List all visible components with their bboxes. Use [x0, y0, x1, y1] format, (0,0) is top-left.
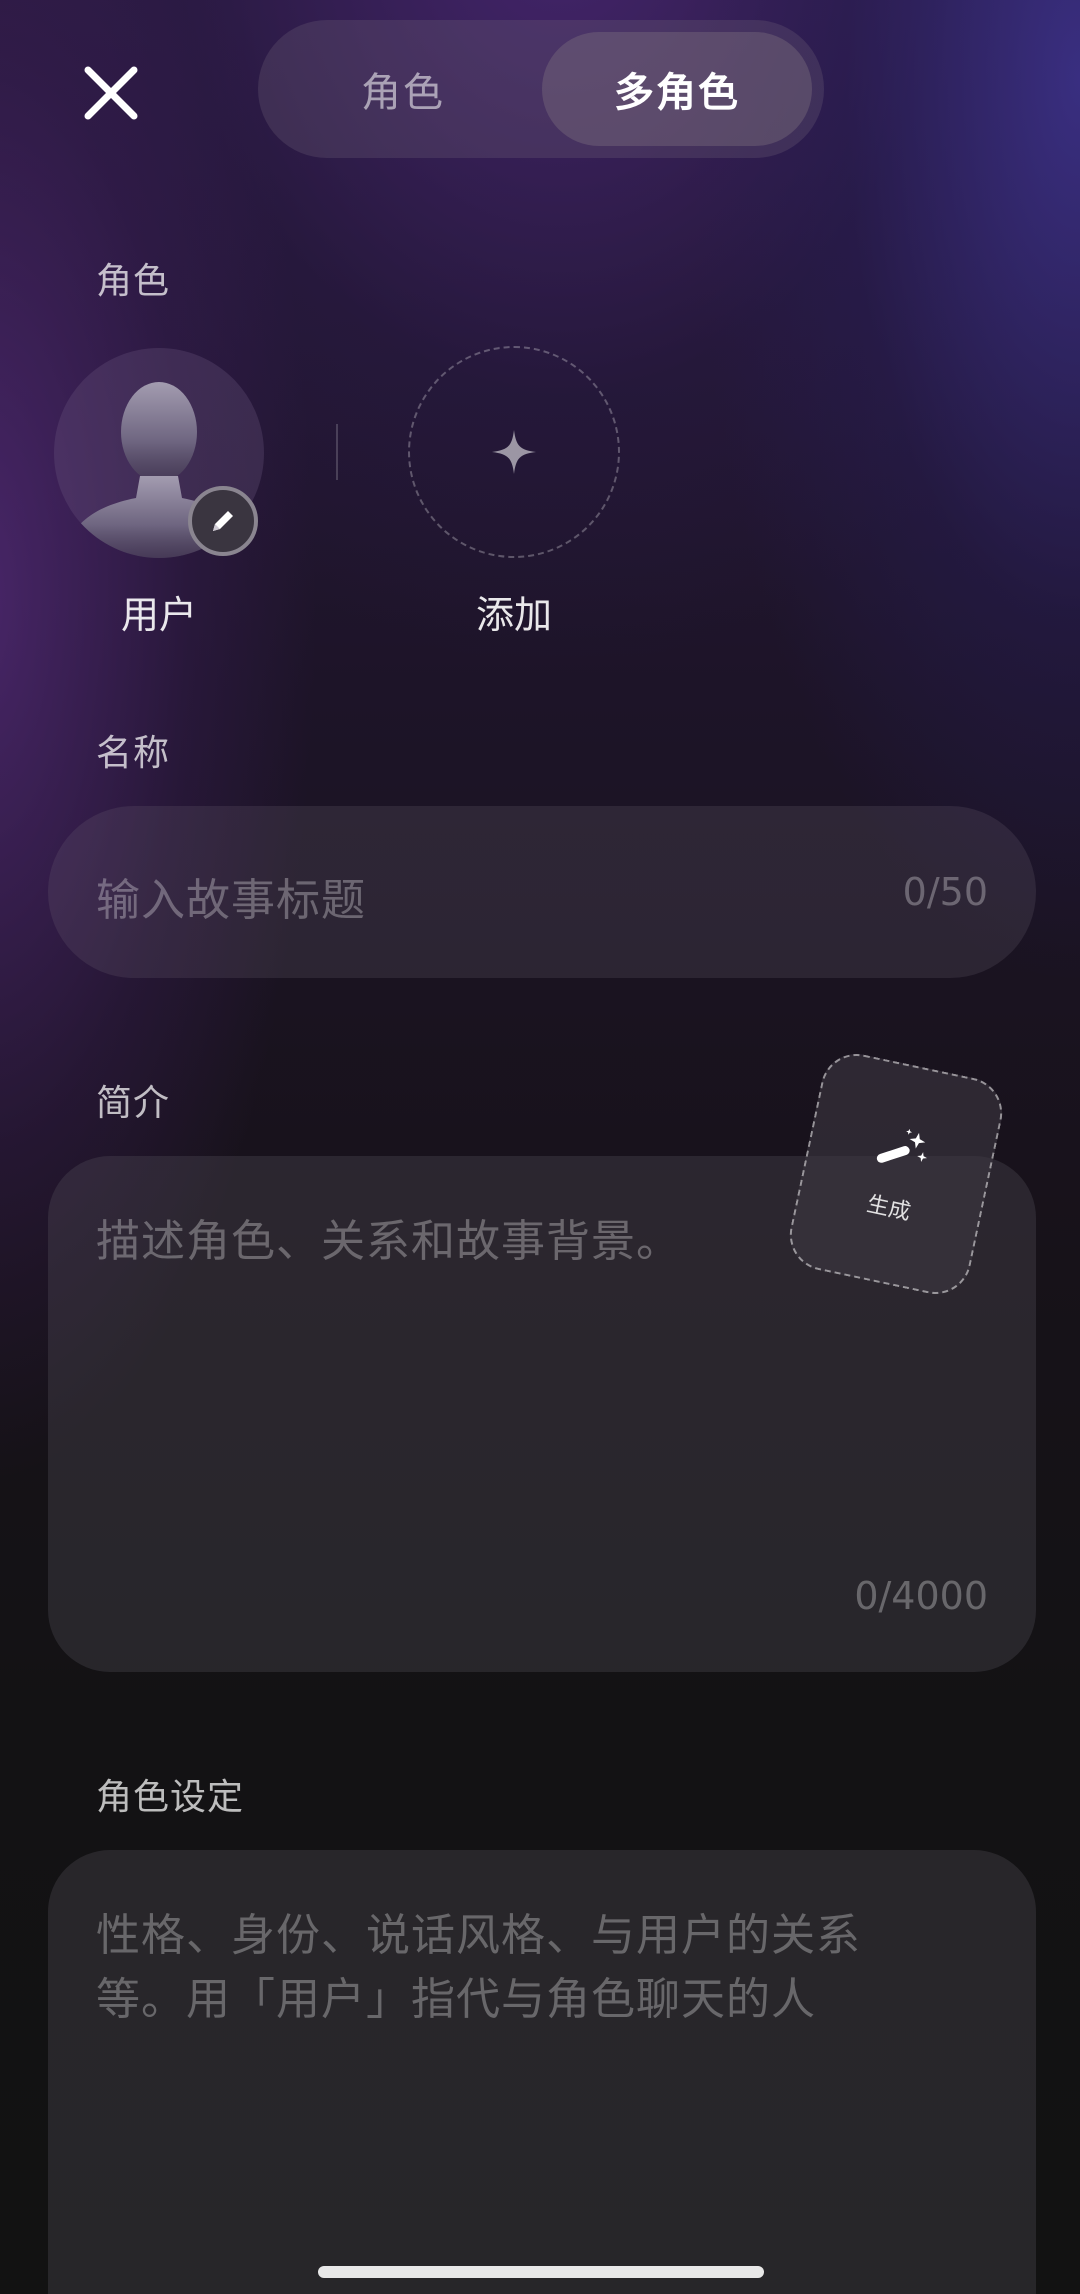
- close-button[interactable]: [78, 60, 144, 126]
- persona-placeholder-line-1: 性格、身份、说话风格、与用户的关系: [96, 1910, 861, 1961]
- edit-avatar-button[interactable]: [188, 486, 258, 556]
- character-name-label: 用户: [120, 593, 197, 637]
- persona-textarea[interactable]: 性格、身份、说话风格、与用户的关系 等。用「用户」指代与角色聊天的人: [48, 1850, 1036, 2294]
- home-indicator[interactable]: [318, 2266, 764, 2278]
- magic-wand-icon: [876, 1128, 927, 1163]
- character-user[interactable]: [54, 348, 264, 558]
- persona-section-label: 角色设定: [96, 1777, 245, 1818]
- add-character-label: 添加: [475, 593, 552, 637]
- generate-label: 生成: [864, 1191, 913, 1226]
- tab-single-character[interactable]: 角色: [270, 32, 536, 146]
- tab-multi-character[interactable]: 多角色: [542, 32, 812, 146]
- story-title-placeholder: 输入故事标题: [96, 875, 366, 926]
- plus-icon: [492, 430, 536, 474]
- name-section-label: 名称: [96, 733, 171, 774]
- characters-section-label: 角色: [96, 261, 171, 302]
- mode-segmented-control: 角色 多角色: [258, 20, 824, 158]
- close-icon: [84, 66, 138, 120]
- persona-placeholder: 性格、身份、说话风格、与用户的关系 等。用「用户」指代与角色聊天的人: [96, 1904, 996, 2032]
- persona-placeholder-line-2: 等。用「用户」指代与角色聊天的人: [96, 1974, 816, 2025]
- intro-section-label: 简介: [96, 1083, 171, 1124]
- intro-char-counter: 0/4000: [854, 1574, 988, 1618]
- story-title-input[interactable]: 输入故事标题 0/50: [48, 806, 1036, 978]
- character-editor-screen: 角色 多角色 角色 用户 添加 名称 输入故事标题 0/50 简介 描述角色、关…: [0, 0, 1080, 2294]
- title-char-counter: 0/50: [902, 870, 988, 914]
- avatar-divider: [336, 424, 338, 480]
- add-character-button[interactable]: [408, 346, 620, 558]
- pencil-icon: [213, 511, 233, 531]
